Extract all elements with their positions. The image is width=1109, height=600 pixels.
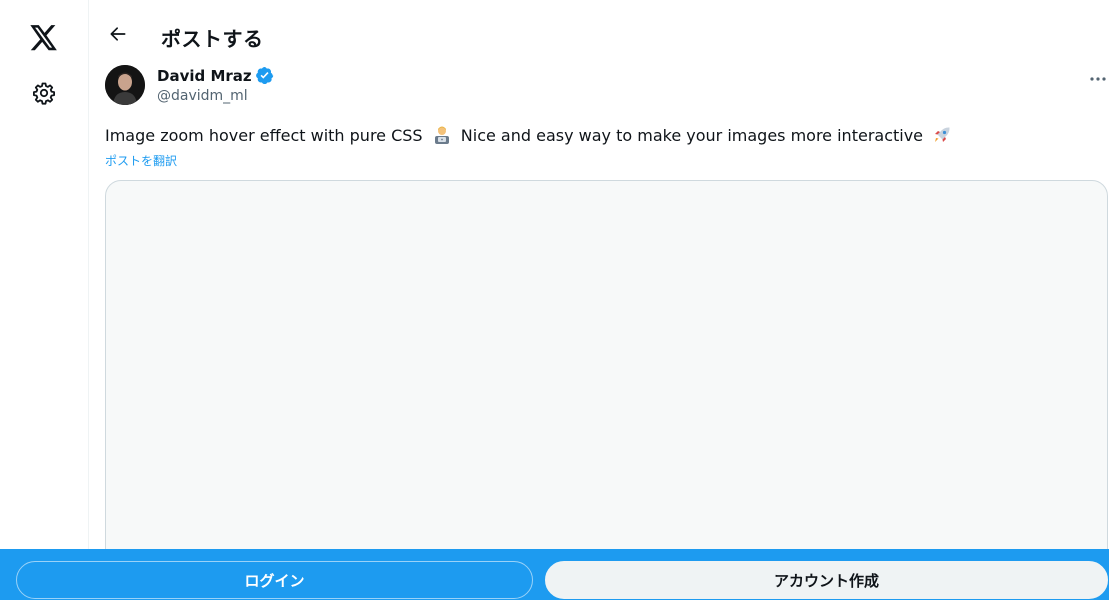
post-text: Image zoom hover effect with pure CSS Ni… — [105, 125, 1095, 147]
avatar[interactable] — [105, 65, 145, 105]
post-author: David Mraz @davidm_ml — [105, 64, 1109, 108]
translate-post-link[interactable]: ポストを翻訳 — [105, 152, 177, 169]
main-column: ポストする David Mraz @davidm_ml Image zoom h… — [90, 0, 1109, 600]
author-handle[interactable]: @davidm_ml — [157, 88, 248, 104]
author-display-name[interactable]: David Mraz — [157, 67, 252, 85]
post-text-part-1: Image zoom hover effect with pure CSS — [105, 126, 423, 145]
bottom-login-bar: ログイン アカウント作成 — [0, 549, 1109, 600]
rocket-emoji-icon — [932, 125, 952, 145]
more-horizontal-icon — [1089, 67, 1107, 86]
x-logo-icon[interactable] — [22, 16, 66, 60]
post-media[interactable] — [105, 180, 1108, 580]
name-row: David Mraz — [157, 66, 274, 85]
verified-badge-icon — [255, 66, 274, 85]
back-button[interactable] — [100, 18, 136, 54]
top-bar: ポストする — [90, 14, 1109, 58]
login-button[interactable]: ログイン — [16, 561, 533, 599]
page-title: ポストする — [161, 27, 264, 51]
gear-icon[interactable] — [22, 71, 66, 115]
create-account-button[interactable]: アカウント作成 — [545, 561, 1108, 599]
man-technologist-emoji-icon — [432, 125, 452, 145]
left-rail — [0, 0, 89, 600]
app-root: ポストする David Mraz @davidm_ml Image zoom h… — [0, 0, 1109, 600]
arrow-left-icon — [108, 24, 128, 48]
post-text-part-2: Nice and easy way to make your images mo… — [460, 126, 924, 145]
more-button[interactable] — [1081, 64, 1109, 88]
